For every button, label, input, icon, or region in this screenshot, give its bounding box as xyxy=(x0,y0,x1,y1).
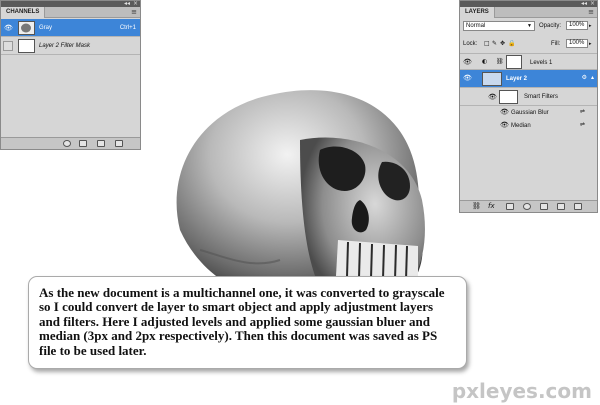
filter-row-gaussian-blur[interactable]: 👁 Gaussian Blur ⇌ xyxy=(460,106,597,119)
layer-name: Levels 1 xyxy=(530,60,553,66)
filter-effects-icon[interactable]: ⚙ xyxy=(582,74,587,81)
filter-options-icon[interactable]: ⇌ xyxy=(580,108,585,115)
fill-label: Fill: xyxy=(551,41,561,47)
adjustment-layer-icon[interactable] xyxy=(523,203,531,210)
layers-panel: ◂◂ × LAYERS ≡ Normal ▼ Opacity: 100% ▸ L… xyxy=(459,0,598,213)
panel-menu-icon[interactable]: ≡ xyxy=(131,8,137,16)
blend-opacity-row: Normal ▼ Opacity: 100% ▸ xyxy=(460,20,597,32)
channel-thumbnail xyxy=(18,39,35,53)
blend-mode-value: Normal xyxy=(466,23,486,29)
chevron-right-icon[interactable]: ▸ xyxy=(589,20,592,32)
filter-mask-thumbnail xyxy=(499,90,518,104)
close-icon[interactable]: × xyxy=(590,0,595,7)
smart-object-icon xyxy=(482,72,502,86)
layers-bottom-toolbar: ⛓ fx xyxy=(460,200,597,212)
collapse-icon[interactable]: ◂◂ xyxy=(581,0,587,7)
layer-name: Layer 2 xyxy=(506,76,528,82)
lock-fill-row: Lock: □ ✎ ✥ 🔒 Fill: 100% ▸ xyxy=(460,38,597,50)
eye-icon[interactable]: 👁 xyxy=(4,24,13,32)
expand-arrow-icon[interactable]: ▴ xyxy=(591,74,594,81)
lock-label: Lock: xyxy=(463,41,478,47)
channel-name: Layer 2 Filter Mask xyxy=(39,43,91,49)
filter-row-median[interactable]: 👁 Median ⇌ xyxy=(460,119,597,132)
caption-box: As the new document is a multichannel on… xyxy=(28,276,467,369)
visibility-box[interactable] xyxy=(3,41,13,51)
eye-icon[interactable]: 👁 xyxy=(500,121,509,129)
filter-name: Gaussian Blur xyxy=(511,110,549,116)
panel-menu-icon[interactable]: ≡ xyxy=(588,8,594,16)
channel-thumbnail xyxy=(18,21,35,35)
channel-name: Gray xyxy=(39,25,53,31)
link-layers-icon[interactable]: ⛓ xyxy=(472,202,481,210)
new-layer-icon[interactable] xyxy=(557,203,565,210)
save-selection-icon[interactable] xyxy=(79,140,87,147)
tab-layers[interactable]: LAYERS xyxy=(460,7,495,18)
close-icon[interactable]: × xyxy=(133,0,138,7)
skull-thumbnail-icon xyxy=(21,23,31,33)
filter-options-icon[interactable]: ⇌ xyxy=(580,121,585,128)
layer-row-smart-filters[interactable]: 👁 Smart Filters xyxy=(460,88,597,106)
channel-row-filter-mask[interactable]: Layer 2 Filter Mask xyxy=(1,37,140,55)
layer-row-levels[interactable]: 👁 ◐ ⛓ Levels 1 xyxy=(460,53,597,70)
trash-icon[interactable] xyxy=(574,203,582,210)
lock-all-icon[interactable]: 🔒 xyxy=(508,38,515,50)
channels-panel: ◂◂ × CHANNELS ≡ 👁 Gray Ctrl+1 Layer 2 Fi… xyxy=(0,0,141,150)
channel-shortcut: Ctrl+1 xyxy=(119,25,136,31)
add-mask-icon[interactable] xyxy=(506,203,514,210)
eye-icon[interactable]: 👁 xyxy=(500,108,509,116)
eye-icon[interactable]: 👁 xyxy=(463,74,472,82)
opacity-field[interactable]: 100% xyxy=(566,21,588,30)
adjustment-layer-icon: ◐ xyxy=(482,58,488,65)
new-group-icon[interactable] xyxy=(540,203,548,210)
chain-link-icon[interactable]: ⛓ xyxy=(496,58,504,65)
lock-pixels-icon[interactable]: ✎ xyxy=(492,38,497,50)
watermark-logo: pxleyes.com xyxy=(451,379,592,403)
layer-row-layer-2[interactable]: 👁 Layer 2 ⚙ ▴ xyxy=(460,70,597,88)
collapse-icon[interactable]: ◂◂ xyxy=(124,0,130,7)
lock-transparency-icon[interactable]: □ xyxy=(484,38,490,50)
channel-row-gray[interactable]: 👁 Gray Ctrl+1 xyxy=(1,19,140,37)
tab-channels[interactable]: CHANNELS xyxy=(1,7,46,18)
new-channel-icon[interactable] xyxy=(97,140,105,147)
filter-name: Median xyxy=(511,123,531,129)
layer-style-icon[interactable]: fx xyxy=(488,202,495,210)
lock-position-icon[interactable]: ✥ xyxy=(500,38,505,50)
eye-icon[interactable]: 👁 xyxy=(488,93,497,101)
chevron-down-icon: ▼ xyxy=(527,23,532,29)
layers-tabbar: LAYERS ≡ xyxy=(460,7,597,18)
channels-tabbar: CHANNELS ≡ xyxy=(1,7,140,18)
eye-icon[interactable]: 👁 xyxy=(463,58,472,66)
chevron-right-icon[interactable]: ▸ xyxy=(589,38,592,50)
layer-name: Smart Filters xyxy=(524,94,559,100)
caption-text: As the new document is a multichannel on… xyxy=(39,285,445,358)
trash-icon[interactable] xyxy=(115,140,123,147)
layer-mask-thumbnail xyxy=(506,55,522,69)
fill-field[interactable]: 100% xyxy=(566,39,588,48)
opacity-label: Opacity: xyxy=(539,23,562,29)
load-selection-icon[interactable] xyxy=(63,140,71,147)
blend-mode-select[interactable]: Normal ▼ xyxy=(463,21,535,31)
channels-bottom-toolbar xyxy=(1,137,140,149)
